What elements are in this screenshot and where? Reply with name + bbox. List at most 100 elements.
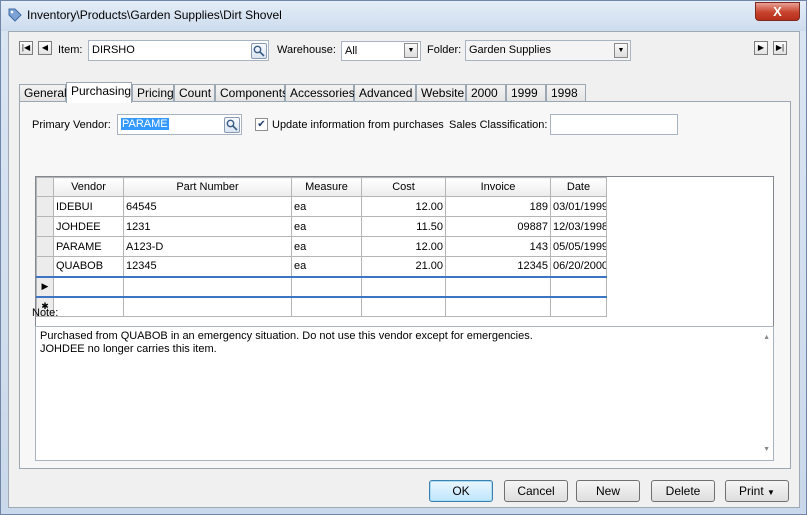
tab-1998[interactable]: 1998: [546, 84, 586, 102]
folder-select[interactable]: Garden Supplies: [465, 40, 631, 61]
cell-vendor[interactable]: [53, 296, 124, 317]
cell-cost[interactable]: [361, 275, 446, 298]
first-record-button[interactable]: |◀: [19, 41, 33, 55]
cell-invoice[interactable]: 12345: [445, 256, 551, 277]
current-edit-row[interactable]: ▶: [36, 275, 607, 298]
column-header-date[interactable]: Date: [550, 177, 607, 197]
folder-label: Folder:: [427, 44, 462, 56]
new-button[interactable]: New: [576, 480, 640, 502]
scroll-down-icon[interactable]: ▼: [763, 443, 770, 456]
item-field[interactable]: DIRSHO: [88, 40, 269, 61]
cell-part-number[interactable]: [123, 275, 292, 298]
row-selector[interactable]: [36, 236, 54, 257]
cell-vendor[interactable]: JOHDEE: [53, 216, 124, 237]
window-title: Inventory\Products\Garden Supplies\Dirt …: [27, 8, 282, 22]
cell-date[interactable]: 12/03/1998: [550, 216, 607, 237]
item-label: Item:: [58, 44, 83, 56]
column-header-cost[interactable]: Cost: [361, 177, 446, 197]
cell-cost[interactable]: 21.00: [361, 256, 446, 277]
current-row-indicator-icon[interactable]: ▶: [36, 275, 54, 298]
cell-measure[interactable]: ea: [291, 256, 362, 277]
cell-cost[interactable]: 12.00: [361, 196, 446, 217]
cell-part-number[interactable]: 64545: [123, 196, 292, 217]
table-row[interactable]: IDEBUI 64545 ea 12.00 189 03/01/1999: [36, 196, 607, 217]
column-header-vendor[interactable]: Vendor: [53, 177, 124, 197]
scroll-up-icon[interactable]: ▲: [763, 331, 770, 344]
tab-1999[interactable]: 1999: [506, 84, 546, 102]
previous-record-button[interactable]: ◀: [38, 41, 52, 55]
sales-classification-field[interactable]: [550, 114, 678, 135]
cell-measure[interactable]: [291, 275, 362, 298]
tab-components[interactable]: Components: [215, 84, 288, 102]
cell-invoice[interactable]: 143: [445, 236, 551, 257]
cell-date[interactable]: [550, 296, 607, 317]
cell-invoice[interactable]: [445, 296, 551, 317]
cell-date[interactable]: [550, 275, 607, 298]
warehouse-dropdown-arrow[interactable]: ▼: [404, 43, 418, 58]
cell-part-number[interactable]: 1231: [123, 216, 292, 237]
tag-icon: [8, 8, 22, 22]
row-selector[interactable]: [36, 196, 54, 217]
grid-header-row: Vendor Part Number Measure Cost Invoice …: [36, 177, 607, 197]
tab-website[interactable]: Website: [416, 84, 466, 102]
magnifier-icon: [253, 45, 265, 57]
table-row[interactable]: PARAME A123-D ea 12.00 143 05/05/1999: [36, 236, 607, 257]
cell-part-number[interactable]: 12345: [123, 256, 292, 277]
close-button[interactable]: X: [755, 2, 800, 21]
last-record-button[interactable]: ▶|: [773, 41, 787, 55]
delete-button[interactable]: Delete: [651, 480, 715, 502]
update-from-purchases-checkbox[interactable]: ✔: [255, 118, 268, 131]
note-line-2: JOHDEE no longer carries this item.: [40, 343, 217, 355]
cell-vendor[interactable]: [53, 275, 124, 298]
tab-count[interactable]: Count: [174, 84, 215, 102]
folder-dropdown-arrow[interactable]: ▼: [614, 43, 628, 58]
print-label: Print: [739, 484, 764, 498]
print-button[interactable]: Print ▼: [725, 480, 789, 502]
cell-vendor[interactable]: QUABOB: [53, 256, 124, 277]
column-header-invoice[interactable]: Invoice: [445, 177, 551, 197]
cell-vendor[interactable]: IDEBUI: [53, 196, 124, 217]
next-record-button[interactable]: ▶: [754, 41, 768, 55]
tab-general[interactable]: General: [19, 84, 67, 102]
cell-invoice[interactable]: 189: [445, 196, 551, 217]
vendor-lookup-button[interactable]: [224, 117, 240, 133]
row-selector[interactable]: [36, 256, 54, 277]
tab-accessories[interactable]: Accessories: [285, 84, 355, 102]
cell-measure[interactable]: ea: [291, 216, 362, 237]
note-textarea[interactable]: Purchased from QUABOB in an emergency si…: [35, 326, 774, 461]
sales-classification-label: Sales Classification:: [449, 119, 548, 131]
cell-invoice[interactable]: [445, 275, 551, 298]
cell-measure[interactable]: ea: [291, 196, 362, 217]
title-bar[interactable]: Inventory\Products\Garden Supplies\Dirt …: [1, 1, 806, 31]
vendor-table: Vendor Part Number Measure Cost Invoice …: [36, 177, 607, 317]
cell-date[interactable]: 05/05/1999: [550, 236, 607, 257]
cell-vendor[interactable]: PARAME: [53, 236, 124, 257]
inventory-window: Inventory\Products\Garden Supplies\Dirt …: [0, 0, 807, 515]
tab-2000[interactable]: 2000: [466, 84, 506, 102]
row-selector[interactable]: [36, 216, 54, 237]
cell-measure[interactable]: [291, 296, 362, 317]
item-lookup-button[interactable]: [251, 43, 267, 59]
cell-part-number[interactable]: [123, 296, 292, 317]
table-row[interactable]: JOHDEE 1231 ea 11.50 09887 12/03/1998: [36, 216, 607, 237]
cell-cost[interactable]: 11.50: [361, 216, 446, 237]
ok-button[interactable]: OK: [429, 480, 493, 502]
warehouse-label: Warehouse:: [277, 44, 336, 56]
cell-invoice[interactable]: 09887: [445, 216, 551, 237]
tab-purchasing[interactable]: Purchasing: [66, 82, 132, 103]
column-header-measure[interactable]: Measure: [291, 177, 362, 197]
new-row[interactable]: ✱: [36, 296, 607, 317]
table-row[interactable]: QUABOB 12345 ea 21.00 12345 06/20/2000: [36, 256, 607, 277]
tab-advanced[interactable]: Advanced: [354, 84, 416, 102]
cell-measure[interactable]: ea: [291, 236, 362, 257]
cancel-button[interactable]: Cancel: [504, 480, 568, 502]
vendor-grid[interactable]: Vendor Part Number Measure Cost Invoice …: [35, 176, 774, 327]
tab-pricing[interactable]: Pricing: [132, 84, 174, 102]
cell-date[interactable]: 03/01/1999: [550, 196, 607, 217]
column-header-part-number[interactable]: Part Number: [123, 177, 292, 197]
note-label: Note:: [32, 307, 59, 319]
cell-cost[interactable]: 12.00: [361, 236, 446, 257]
cell-cost[interactable]: [361, 296, 446, 317]
cell-part-number[interactable]: A123-D: [123, 236, 292, 257]
cell-date[interactable]: 06/20/2000: [550, 256, 607, 277]
